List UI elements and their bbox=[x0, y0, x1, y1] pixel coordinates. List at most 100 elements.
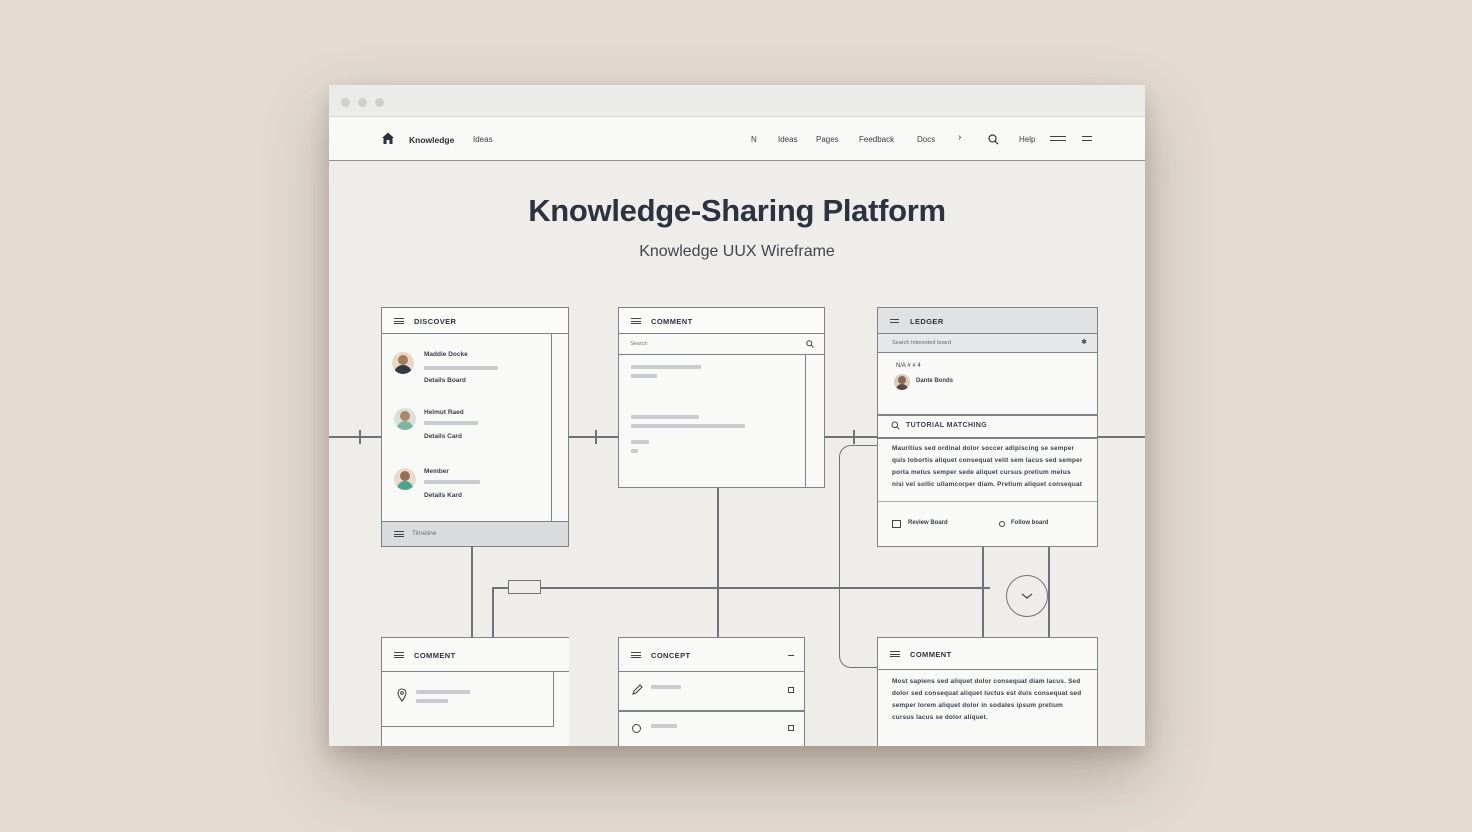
bookmark-icon[interactable] bbox=[892, 520, 901, 528]
dot-icon[interactable] bbox=[999, 521, 1005, 527]
section-title: Tutorial Matching bbox=[906, 422, 988, 429]
page-title: Knowledge-Sharing Platform bbox=[528, 193, 946, 228]
avatar[interactable] bbox=[392, 352, 414, 374]
connector-line bbox=[329, 436, 381, 438]
scrollbar-track[interactable] bbox=[804, 355, 806, 487]
search-placeholder: Search bbox=[630, 341, 648, 347]
connector-line bbox=[492, 587, 990, 589]
checkbox[interactable] bbox=[788, 687, 794, 693]
concept-card-title: Concept bbox=[651, 651, 691, 660]
scrollbar-track[interactable] bbox=[550, 334, 552, 522]
close-window-dot[interactable] bbox=[341, 98, 350, 107]
ledger-meta: N/A # # 4 bbox=[896, 363, 921, 369]
nav-link-ideas[interactable]: Ideas bbox=[778, 135, 798, 144]
pin-icon[interactable]: ✱ bbox=[1081, 339, 1087, 346]
search-icon[interactable] bbox=[806, 340, 814, 348]
brand-sub-link[interactable]: Ideas bbox=[473, 135, 493, 144]
connector-line bbox=[982, 546, 984, 638]
minimize-window-dot[interactable] bbox=[358, 98, 367, 107]
connector-line bbox=[824, 436, 878, 438]
list-menu-icon[interactable] bbox=[1050, 136, 1066, 141]
avatar[interactable] bbox=[894, 374, 910, 390]
home-icon[interactable] bbox=[381, 131, 395, 145]
discover-card-footer: Timeline bbox=[382, 521, 568, 546]
text-placeholder-bar bbox=[631, 424, 745, 428]
user-meta: Details Card bbox=[424, 433, 462, 440]
text-placeholder-bar bbox=[631, 449, 638, 453]
search-placeholder: Search Interested board bbox=[892, 340, 952, 346]
smiley-icon[interactable] bbox=[632, 724, 641, 733]
connector-curve bbox=[839, 445, 879, 668]
comment-card-title: Comment bbox=[414, 651, 456, 660]
nav-link-feedback[interactable]: Feedback bbox=[859, 135, 894, 144]
menu-icon[interactable] bbox=[631, 318, 641, 324]
text-placeholder-bar bbox=[651, 685, 681, 689]
comment-card-bottom: Comment bbox=[381, 637, 569, 746]
text-placeholder-bar bbox=[416, 699, 448, 703]
text-placeholder-bar bbox=[424, 421, 478, 425]
user-name[interactable]: Member bbox=[424, 468, 449, 475]
comment-card-title: Comment bbox=[651, 317, 693, 326]
nav-link-pages[interactable]: Pages bbox=[816, 135, 839, 144]
menu-icon[interactable] bbox=[631, 652, 641, 658]
search-icon[interactable] bbox=[988, 134, 999, 145]
concept-card: Concept bbox=[618, 637, 805, 746]
comment-card: Comment Search bbox=[618, 307, 825, 488]
comment-card-header: Comment bbox=[382, 638, 569, 672]
hamburger-menu-icon[interactable] bbox=[1082, 136, 1092, 141]
divider bbox=[878, 437, 1097, 439]
search-icon[interactable] bbox=[891, 421, 900, 430]
concept-card-header: Concept bbox=[619, 638, 804, 672]
nav-link-help[interactable]: Help bbox=[1019, 135, 1035, 144]
user-name[interactable]: Maddie Docke bbox=[424, 351, 468, 358]
discover-card-header: Discover bbox=[382, 308, 568, 334]
chevron-right-icon[interactable]: › bbox=[958, 132, 961, 143]
list-menu-icon[interactable] bbox=[890, 319, 899, 323]
comment-input-area[interactable] bbox=[382, 672, 554, 727]
user-meta: Details Board bbox=[424, 377, 466, 384]
text-placeholder-bar bbox=[631, 440, 649, 444]
connector-line bbox=[1048, 546, 1050, 638]
avatar[interactable] bbox=[394, 468, 416, 490]
connector-line bbox=[1097, 436, 1145, 438]
nav-link-docs[interactable]: Docs bbox=[917, 135, 935, 144]
divider bbox=[878, 501, 1097, 502]
comment-paragraph: Most sapiens sed aliquet dolor consequat… bbox=[892, 678, 1082, 721]
divider bbox=[878, 414, 1097, 416]
share-action-label[interactable]: Follow board bbox=[1011, 520, 1048, 526]
connector-line bbox=[568, 436, 618, 438]
collapse-icon[interactable] bbox=[788, 655, 794, 657]
comment-card-title: Comment bbox=[910, 650, 952, 659]
ledger-search-field[interactable]: Search Interested board ✱ bbox=[878, 334, 1097, 353]
search-field[interactable]: Search bbox=[619, 334, 824, 355]
location-pin-icon[interactable] bbox=[397, 688, 407, 702]
comment-card-header: Comment bbox=[878, 638, 1097, 670]
user-name[interactable]: Helmut Raed bbox=[424, 409, 464, 416]
save-action-label[interactable]: Review Board bbox=[908, 520, 948, 526]
maximize-window-dot[interactable] bbox=[375, 98, 384, 107]
top-nav-bar: Knowledge Ideas N Ideas Pages Feedback D… bbox=[329, 117, 1145, 161]
text-placeholder-bar bbox=[416, 690, 470, 694]
menu-icon[interactable] bbox=[394, 652, 404, 658]
discover-card-title: Discover bbox=[414, 317, 457, 326]
text-placeholder-bar bbox=[631, 415, 699, 419]
ledger-card-header: Ledger bbox=[878, 308, 1097, 334]
brand-name[interactable]: Knowledge bbox=[409, 135, 454, 145]
user-name[interactable]: Dante Bonds bbox=[916, 378, 953, 384]
page-subtitle: Knowledge UUX Wireframe bbox=[639, 243, 835, 260]
menu-icon[interactable] bbox=[890, 651, 900, 657]
connector-line bbox=[471, 546, 473, 638]
pencil-icon[interactable] bbox=[631, 684, 643, 696]
menu-icon[interactable] bbox=[394, 318, 404, 324]
menu-icon[interactable] bbox=[394, 531, 404, 537]
nav-link-n[interactable]: N bbox=[751, 135, 757, 144]
title-bar bbox=[329, 85, 1145, 117]
comment-card-header: Comment bbox=[619, 308, 824, 334]
connector-tick bbox=[595, 430, 597, 444]
divider bbox=[619, 710, 804, 712]
check-icon bbox=[1021, 593, 1033, 599]
avatar[interactable] bbox=[394, 408, 416, 430]
connector-node bbox=[508, 580, 541, 594]
text-placeholder-bar bbox=[651, 724, 677, 728]
checkbox[interactable] bbox=[788, 725, 794, 731]
